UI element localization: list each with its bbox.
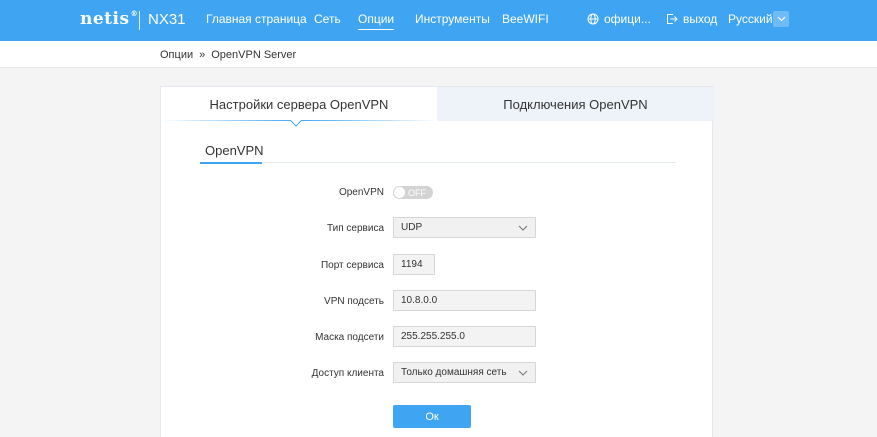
model-name: NX31: [148, 11, 186, 28]
tab-connections[interactable]: Подключения OpenVPN: [437, 87, 714, 121]
subtab-divider: [200, 162, 676, 163]
toggle-state: OFF: [408, 187, 426, 198]
chevron-down-icon: [518, 224, 528, 231]
logout-link[interactable]: выход: [666, 12, 717, 26]
nav-beewifi[interactable]: BeeWIFI: [502, 12, 549, 26]
nav-network[interactable]: Сеть: [314, 12, 341, 26]
vpn-subnet-value: 10.8.0.0: [401, 295, 438, 306]
service-type-select[interactable]: UDP: [393, 217, 536, 238]
subtab-openvpn[interactable]: OpenVPN: [205, 143, 264, 163]
top-navigation-bar: netis® NX31 Главная страница Сеть Опции …: [0, 0, 877, 41]
official-site-link[interactable]: офици...: [587, 12, 651, 26]
breadcrumb-options[interactable]: Опции: [160, 49, 193, 61]
vpn-subnet-label: VPN подсеть: [324, 296, 384, 307]
breadcrumb-current: OpenVPN Server: [211, 49, 297, 61]
vpn-subnet-input[interactable]: 10.8.0.0: [393, 290, 536, 311]
settings-card: Настройки сервера OpenVPN Подключения Op…: [160, 86, 714, 437]
client-access-label: Доступ клиента: [311, 368, 384, 379]
logo-divider: [139, 11, 140, 30]
breadcrumb-separator: »: [199, 49, 206, 61]
chevron-down-icon: [518, 369, 528, 376]
language-dropdown-button[interactable]: [773, 11, 789, 27]
service-type-label: Тип сервиса: [326, 223, 384, 234]
service-port-value: 1194: [401, 259, 423, 270]
nav-options[interactable]: Опции: [358, 12, 395, 30]
openvpn-toggle[interactable]: OFF: [393, 186, 433, 199]
nav-home[interactable]: Главная страница: [206, 12, 307, 26]
logo-trademark: ®: [130, 9, 139, 18]
breadcrumb-bar: Опции » OpenVPN Server: [0, 41, 877, 68]
tab-server-settings[interactable]: Настройки сервера OpenVPN: [161, 87, 437, 121]
service-port-input[interactable]: 1194: [393, 254, 435, 275]
subtab-active-indicator: [200, 162, 262, 164]
language-label: Русский: [728, 12, 773, 26]
chevron-down-icon: [777, 16, 786, 22]
logout-icon: [666, 13, 678, 25]
ok-button[interactable]: Ок: [393, 405, 471, 428]
client-access-select[interactable]: Только домашняя сеть: [393, 362, 536, 383]
nav-tools[interactable]: Инструменты: [415, 12, 490, 26]
subnet-mask-value: 255.255.255.0: [401, 331, 465, 342]
language-selector[interactable]: Русский: [728, 12, 773, 26]
breadcrumb: Опции » OpenVPN Server: [160, 49, 296, 61]
netis-logo[interactable]: netis®: [80, 9, 138, 29]
toggle-knob: [394, 187, 405, 198]
logo-text: netis: [80, 9, 130, 29]
client-access-value: Только домашняя сеть: [401, 367, 507, 378]
official-site-label: офици...: [604, 12, 651, 26]
subnet-mask-input[interactable]: 255.255.255.0: [393, 326, 536, 347]
openvpn-label: OpenVPN: [338, 187, 384, 198]
logout-label: выход: [683, 12, 718, 26]
subnet-mask-label: Маска подсети: [315, 332, 384, 343]
service-type-value: UDP: [401, 222, 423, 233]
globe-icon: [587, 13, 599, 25]
service-port-label: Порт сервиса: [320, 260, 384, 271]
